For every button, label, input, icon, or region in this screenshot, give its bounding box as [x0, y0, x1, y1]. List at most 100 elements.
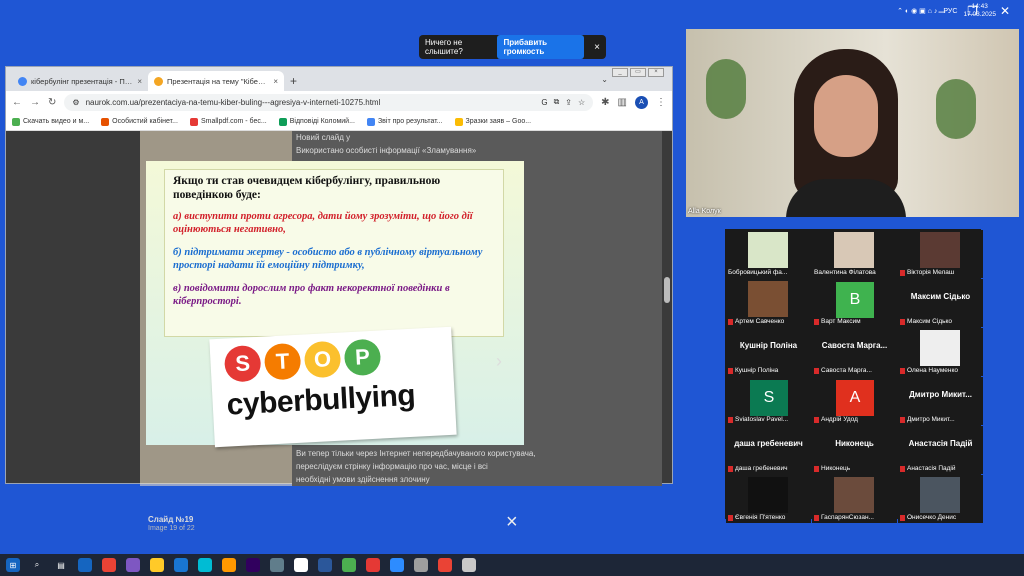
minimize-icon[interactable]: _ [612, 68, 628, 77]
bookmark-item[interactable]: Звіт про результат... [366, 117, 443, 126]
participant-tile[interactable]: ГаспарянСюзан... [812, 475, 897, 523]
translate-icon[interactable]: ⧉ [554, 97, 560, 107]
participant-tile[interactable]: Кушнір Поліна Кушнір Поліна [726, 328, 811, 376]
muted-mic-icon [728, 514, 733, 521]
profile-avatar[interactable]: A [635, 95, 648, 109]
stop-letter: T [263, 342, 302, 381]
taskbar-app-icon[interactable] [222, 558, 236, 572]
participant-tile[interactable]: даша гребеневич даша гребеневич [726, 426, 811, 474]
tray-icons[interactable]: ⌃ ◐ ◉ ▣ ⌂ ♪ [897, 7, 937, 15]
participant-tile[interactable]: Вікторія Мелаш [898, 230, 983, 278]
bookmark-icon [278, 117, 287, 126]
bookmark-item[interactable]: Smallpdf.com - бес... [189, 117, 267, 126]
participant-tile[interactable]: A Андрій Удод [812, 377, 897, 425]
participant-tile[interactable]: Дмитро Микит... Дмитро Микит... [898, 377, 983, 425]
reload-icon[interactable]: ↻ [48, 97, 56, 108]
bookmark-item[interactable]: Зразки заяв – Goo... [454, 117, 531, 126]
extensions-icon[interactable]: ✱ [601, 97, 609, 108]
taskbar-app-icon[interactable] [414, 558, 428, 572]
taskbar-app-icon[interactable] [270, 558, 284, 572]
taskbar-app-icon[interactable] [366, 558, 380, 572]
language-indicator[interactable]: РУС [943, 8, 957, 15]
stop-letter: P [343, 338, 382, 377]
participant-tile[interactable]: Артем Савченко [726, 279, 811, 327]
participant-video [834, 232, 874, 268]
participant-video [748, 477, 788, 513]
taskbar-app-icon[interactable] [318, 558, 332, 572]
participant-tile[interactable]: Олена Науменко [898, 328, 983, 376]
increase-volume-button[interactable]: Прибавить громкость [497, 35, 585, 59]
close-icon[interactable]: × [648, 68, 664, 77]
muted-mic-icon [728, 465, 733, 472]
site-info-icon[interactable]: ⚙ [72, 98, 79, 107]
taskbar-app-icon[interactable] [102, 558, 116, 572]
share-icon[interactable]: ⇪ [565, 98, 572, 107]
sidebar-icon[interactable]: ▥ [618, 97, 627, 108]
next-slide-arrow-icon[interactable]: › [496, 351, 502, 372]
slide-number: Слайд №19 [148, 515, 194, 524]
participant-tile[interactable]: Валентина Філатова [812, 230, 897, 278]
tab-close-icon[interactable]: × [273, 77, 278, 86]
taskbar-app-icon[interactable] [390, 558, 404, 572]
participant-tile[interactable]: Онисечко Денис [898, 475, 983, 523]
toast-close-icon[interactable]: × [594, 42, 600, 53]
address-bar[interactable]: ⚙ naurok.com.ua/prezentaciya-na-temu-kib… [64, 93, 594, 111]
taskbar-app-icon[interactable] [150, 558, 164, 572]
toolbar: ← → ↻ ⚙ naurok.com.ua/prezentaciya-na-te… [6, 91, 672, 113]
forward-icon[interactable]: → [30, 97, 40, 108]
bookmark-item[interactable]: Відповіді Коломий... [278, 117, 355, 126]
participant-tile[interactable]: Никонець Никонець [812, 426, 897, 474]
taskbar-app-icon[interactable] [246, 558, 260, 572]
taskbar-app-icon[interactable] [342, 558, 356, 572]
clock[interactable]: 14:43 17.03.2025 [963, 3, 996, 19]
taskbar-app-icon[interactable] [462, 558, 476, 572]
bookmark-icon [12, 117, 20, 126]
tab-search-dropdown-icon[interactable]: ⌄ [601, 75, 608, 84]
participant-tile[interactable]: Анастасія Падій Анастасія Падій [898, 426, 983, 474]
new-tab-button[interactable]: + [290, 74, 297, 88]
bookmark-star-icon[interactable]: ☆ [578, 98, 585, 107]
active-speaker-video[interactable]: Alla Kолyк [686, 29, 1019, 217]
slide-lightbox: Якщо ти став очевидцем кібербулінгу, пра… [146, 161, 524, 448]
bookmark-item[interactable]: Особистий кабінет... [101, 117, 178, 126]
scrollbar-thumb[interactable] [664, 277, 670, 303]
task-view-icon[interactable]: ▤ [54, 558, 68, 572]
taskbar: ⊞ ⌕ ▤ [0, 554, 1024, 576]
participant-name: Никонець [821, 465, 851, 472]
taskbar-app-icon[interactable] [126, 558, 140, 572]
participant-tile[interactable]: Євгенія П'ятенко [726, 475, 811, 523]
participant-label: Андрій Удод [814, 416, 858, 423]
speaker-person [786, 49, 906, 217]
participant-name: ГаспарянСюзан... [821, 514, 874, 521]
tab-close-icon[interactable]: × [137, 77, 142, 86]
search-icon[interactable]: ⌕ [30, 558, 44, 572]
bookmark-item[interactable]: Скачать видео и м... [12, 117, 89, 126]
participant-tile[interactable]: Савоста Марга... Савоста Марга... [812, 328, 897, 376]
stop-cyberbullying-image: S T O P cyberbullying [209, 326, 457, 448]
participant-avatar: A [836, 380, 874, 416]
taskbar-app-icon[interactable] [174, 558, 188, 572]
menu-icon[interactable]: ⋮ [656, 97, 666, 108]
muted-mic-icon [900, 318, 905, 325]
participant-tile[interactable]: S Sviatoslav Pavel... [726, 377, 811, 425]
participant-name: Кушнір Поліна [735, 367, 779, 374]
restore-icon[interactable]: ▭ [630, 68, 646, 77]
back-icon[interactable]: ← [12, 97, 22, 108]
tab-search[interactable]: кібербулінг презентація - Пошу × [12, 71, 148, 91]
start-icon[interactable]: ⊞ [6, 558, 20, 572]
participant-tile[interactable]: Максим Сідько Максим Сідько [898, 279, 983, 327]
tab-presentation[interactable]: Презентація на тему "Кібер-бул × [148, 71, 284, 91]
lightbox-close-icon[interactable]: × [506, 511, 518, 534]
bg-line: необхідні умови здійснення злочину [296, 475, 430, 484]
google-lens-icon[interactable]: G [541, 98, 547, 107]
participant-tile[interactable]: Бобровицький фа... [726, 230, 811, 278]
participant-video [920, 330, 960, 366]
taskbar-app-icon[interactable] [438, 558, 452, 572]
close-icon[interactable]: ✕ [1000, 4, 1010, 18]
participant-label: Савоста Марга... [814, 367, 872, 374]
participant-tile[interactable]: B Варт Максим [812, 279, 897, 327]
taskbar-app-icon[interactable] [198, 558, 212, 572]
url-text: naurok.com.ua/prezentaciya-na-temu-kiber… [85, 97, 381, 107]
taskbar-app-icon[interactable] [294, 558, 308, 572]
taskbar-app-icon[interactable] [78, 558, 92, 572]
